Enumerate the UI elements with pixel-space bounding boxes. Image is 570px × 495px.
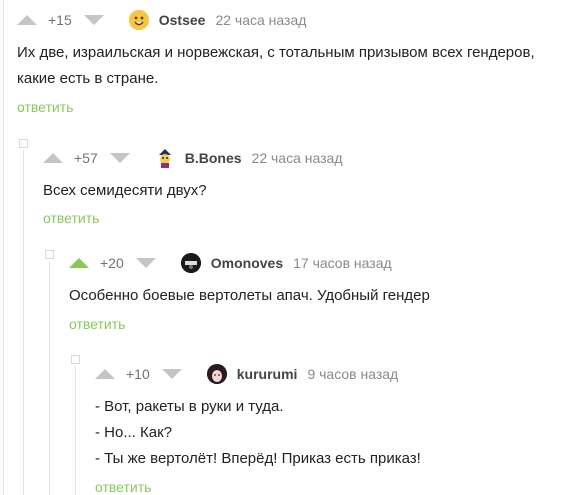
username[interactable]: B.Bones	[185, 150, 242, 166]
comment-header: +15 Ostsee 22 часа назад	[17, 7, 306, 33]
comment-time: 22 часа назад	[251, 150, 343, 166]
upvote-icon[interactable]	[95, 369, 115, 379]
downvote-icon[interactable]	[109, 153, 130, 163]
reply-link[interactable]: ответить	[95, 479, 151, 495]
comment-line: - Но... Как?	[95, 424, 172, 441]
downvote-icon[interactable]	[83, 15, 104, 25]
username[interactable]: kururumi	[237, 366, 298, 382]
avatar[interactable]	[180, 253, 201, 273]
comment-text: Их две, израильская и норвежская, с тота…	[17, 40, 535, 92]
comment-line: какие есть в стране.	[17, 70, 159, 87]
thread-line	[23, 150, 24, 495]
username[interactable]: Omonoves	[211, 255, 283, 271]
comment-header: +10 kururumi 9 часов назад	[95, 361, 398, 387]
username[interactable]: Ostsee	[159, 12, 206, 28]
collapse-toggle[interactable]	[19, 139, 28, 148]
dark-avatar-icon	[180, 253, 201, 273]
collapse-toggle[interactable]	[45, 250, 54, 259]
avatar[interactable]	[128, 10, 149, 30]
thread-line	[75, 366, 76, 495]
smiley-icon	[128, 10, 149, 30]
anime-avatar-icon	[206, 364, 227, 384]
comment-rating: +57	[74, 150, 98, 166]
comment-line: Всех семидесяти двух?	[43, 182, 207, 199]
comment-time: 17 часов назад	[293, 255, 392, 271]
collapse-toggle[interactable]	[71, 355, 80, 364]
comment-line: Их две, израильская и норвежская, с тота…	[17, 44, 535, 61]
comment-rating: +20	[100, 255, 124, 271]
avatar[interactable]	[154, 148, 175, 168]
downvote-icon[interactable]	[135, 258, 156, 268]
thread-line	[49, 262, 50, 495]
upvote-icon[interactable]	[17, 15, 37, 25]
comment-line: - Вот, ракеты в руки и туда.	[95, 398, 284, 415]
reply-link[interactable]: ответить	[69, 316, 125, 332]
comment-rating: +10	[126, 366, 150, 382]
comment-line: - Ты же вертолёт! Вперёд! Приказ есть пр…	[95, 450, 421, 467]
upvote-icon[interactable]	[69, 258, 89, 268]
comment-line: Особенно боевые вертолеты апач. Удобный …	[69, 287, 430, 304]
comment-time: 22 часа назад	[215, 12, 307, 28]
reply-link[interactable]: ответить	[17, 99, 73, 115]
pirate-icon	[158, 149, 171, 168]
avatar[interactable]	[206, 364, 227, 384]
thread-line	[3, 0, 4, 495]
reply-link[interactable]: ответить	[43, 210, 99, 226]
comment-rating: +15	[48, 12, 72, 28]
comment-header: +20 Omonoves 17 часов назад	[69, 250, 392, 276]
comment-text: - Вот, ракеты в руки и туда. - Но... Как…	[95, 394, 421, 472]
comment-time: 9 часов назад	[307, 366, 399, 382]
comment-header: +57 B.Bones 22 часа назад	[43, 145, 343, 171]
comment-text: Всех семидесяти двух?	[43, 178, 207, 204]
downvote-icon[interactable]	[161, 369, 182, 379]
upvote-icon[interactable]	[43, 153, 63, 163]
comment-text: Особенно боевые вертолеты апач. Удобный …	[69, 283, 430, 309]
